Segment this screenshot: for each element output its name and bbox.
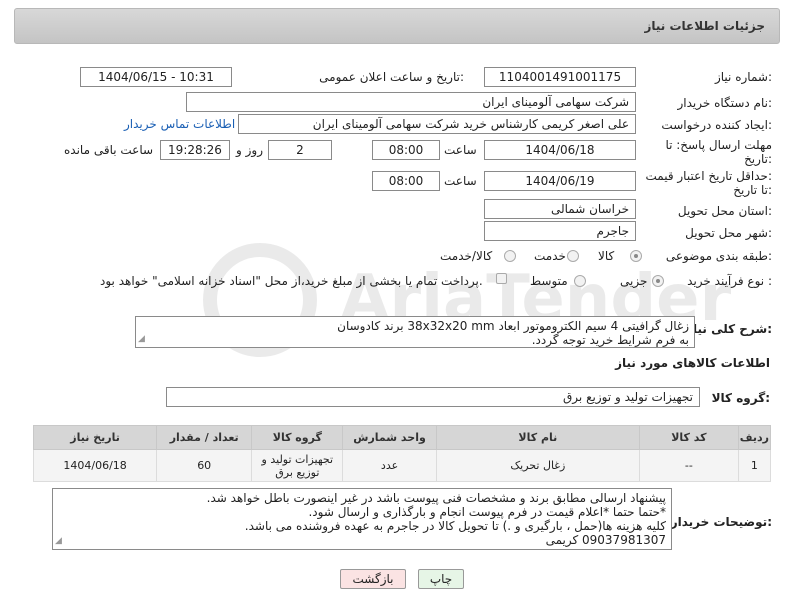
col-qty: تعداد / مقدار (156, 425, 253, 450)
goods-section-title: اطلاعات کالاهای مورد نیاز (615, 356, 770, 370)
buyer-notes-textarea[interactable]: پیشنهاد ارسالی مطابق برند و مشخصات فنی پ… (52, 488, 672, 550)
page-title: جزئیات اطلاعات نیاز (644, 19, 765, 33)
treasury-payment-note: پرداخت تمام یا بخشی از مبلغ خرید،از محل … (100, 274, 483, 288)
deadline-date-field: 1404/06/18 (484, 140, 636, 160)
process-type-label: نوع فرآیند خرید : (687, 274, 772, 288)
resize-grip-icon[interactable]: ◢ (138, 332, 145, 346)
process-radio-medium[interactable] (574, 275, 586, 287)
announce-date-field: 1404/06/15 - 10:31 (80, 67, 232, 87)
category-radio-service[interactable] (567, 250, 579, 262)
description-textarea[interactable]: زغال گرافیتی 4 سیم الکتروموتور ابعاد 38x… (135, 316, 695, 348)
goods-table-header: ردیف کد کالا نام کالا واحد شمارش گروه کا… (32, 425, 772, 450)
buyer-note-line: *حتما حتما *اعلام قیمت در فرم پیوست انجا… (308, 505, 666, 519)
need-details-page: AriaTender جزئیات اطلاعات نیاز شماره نیا… (0, 0, 788, 606)
goods-group-label: گروه کالا: (711, 391, 770, 405)
buyer-note-line: کلیه هزینه ها(حمل ، بارگیری و .) تا تحوی… (244, 519, 666, 533)
print-button[interactable]: چاپ (418, 569, 464, 589)
announce-date-label: تاریخ و ساعت اعلان عمومی: (319, 70, 464, 84)
city-field: جاجرم (484, 221, 636, 241)
resize-grip-icon[interactable]: ◢ (55, 534, 62, 548)
validity-time-label: ساعت (444, 174, 477, 188)
col-unit: واحد شمارش (342, 425, 437, 450)
province-label: استان محل تحویل: (677, 204, 772, 218)
province-field: خراسان شمالی (484, 199, 636, 219)
deadline-label-date: تاریخ: (744, 152, 772, 166)
category-radio-goods-service[interactable] (504, 250, 516, 262)
validity-label-date: تا تاریخ: (733, 183, 772, 197)
requester-field: علی اصغر کریمی کارشناس خرید شرکت سهامی آ… (238, 114, 636, 134)
need-number-field: 1104001491001175 (484, 67, 636, 87)
goods-group-field: تجهیزات تولید و توزیع برق (166, 387, 700, 407)
process-option-minor: جزیی (620, 274, 648, 288)
cell-qty: 60 (156, 449, 253, 482)
col-date: تاریخ نیاز (32, 425, 158, 450)
description-line: به فرم شرایط خرید توجه گردد. (531, 333, 689, 347)
cell-row: 1 (737, 449, 772, 482)
remaining-time-field: 19:28:26 (160, 140, 230, 160)
col-group: گروه کالا (251, 425, 344, 450)
cell-date: 1404/06/18 (32, 449, 158, 482)
cell-group: تجهیزات تولید و توزیع برق (251, 449, 344, 482)
validity-time-field: 08:00 (372, 171, 440, 191)
description-line: زغال گرافیتی 4 سیم الکتروموتور ابعاد 38x… (337, 319, 689, 333)
requester-label: ایجاد کننده درخواست: (661, 118, 772, 132)
remaining-time-label: ساعت باقی مانده (64, 143, 154, 157)
details-header-panel: جزئیات اطلاعات نیاز (14, 8, 780, 44)
col-code: کد کالا (639, 425, 739, 450)
treasury-payment-checkbox[interactable] (496, 273, 507, 284)
buyer-note-line: پیشنهاد ارسالی مطابق برند و مشخصات فنی پ… (206, 491, 666, 505)
buyer-note-line: 09037981307 کریمی (545, 533, 666, 547)
deadline-time-label: ساعت (444, 143, 477, 157)
cell-unit: عدد (342, 449, 437, 482)
category-radio-goods[interactable] (630, 250, 642, 262)
buyer-notes-label: توضیحات خریدار: (670, 515, 772, 529)
validity-date-field: 1404/06/19 (484, 171, 636, 191)
days-label: روز و (236, 143, 263, 157)
deadline-time-field: 08:00 (372, 140, 440, 160)
buyer-contact-link[interactable]: اطلاعات تماس خریدار (124, 117, 235, 131)
need-number-label: شماره نیاز: (714, 70, 772, 84)
category-option-goods: کالا (598, 249, 615, 263)
col-name: نام کالا (435, 425, 641, 450)
category-option-service: خدمت (534, 249, 566, 263)
city-label: شهر محل تحویل: (685, 226, 772, 240)
col-row: ردیف (737, 425, 772, 450)
description-label: شرح کلی نیاز: (686, 322, 772, 336)
goods-table: ردیف کد کالا نام کالا واحد شمارش گروه کا… (32, 425, 772, 482)
validity-label: حداقل تاریخ اعتبار قیمت: (645, 169, 772, 183)
process-option-medium: متوسط (530, 274, 568, 288)
days-remaining-field: 2 (268, 140, 332, 160)
buyer-org-label: نام دستگاه خریدار: (677, 96, 773, 110)
process-radio-minor[interactable] (652, 275, 664, 287)
cell-code: -- (639, 449, 739, 482)
back-button[interactable]: بازگشت (340, 569, 406, 589)
cell-name: زغال تحریک (435, 449, 641, 482)
table-row: 1 -- زغال تحریک عدد تجهیزات تولید و توزی… (32, 449, 772, 482)
deadline-label: مهلت ارسال پاسخ: تا (665, 138, 772, 152)
category-label: طبقه بندی موضوعی: (665, 249, 772, 263)
buyer-org-field: شرکت سهامی آلومینای ایران (186, 92, 636, 112)
category-option-goods-service: کالا/خدمت (440, 249, 493, 263)
